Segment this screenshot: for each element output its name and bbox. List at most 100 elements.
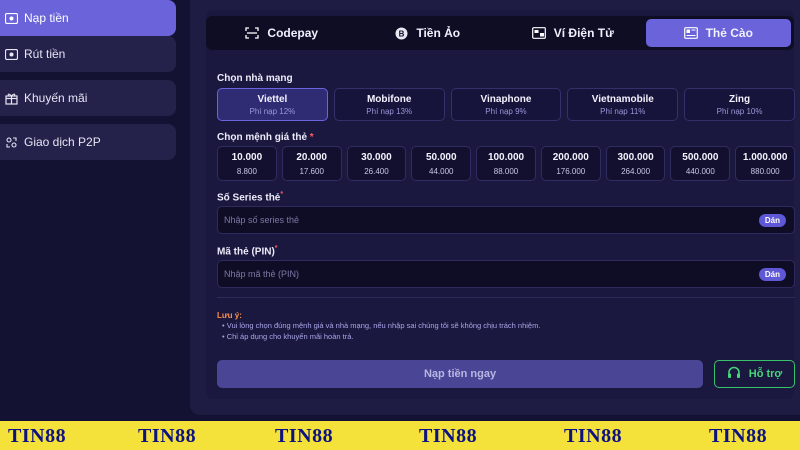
- watermark-text: TIN88: [419, 425, 478, 447]
- denomination-option[interactable]: 500.000 440.000: [670, 146, 731, 181]
- denomination-value: 1.000.000: [742, 151, 788, 163]
- tab-crypto[interactable]: B Tiền Ảo: [355, 19, 501, 47]
- denomination-value: 100.000: [487, 151, 525, 163]
- pin-input[interactable]: [224, 261, 744, 287]
- submit-button[interactable]: Nạp tiền ngay: [217, 360, 703, 388]
- withdraw-icon: [4, 47, 18, 61]
- tab-label: Codepay: [267, 26, 319, 40]
- note-item: • Chỉ áp dụng cho khuyến mãi hoàn trả.: [222, 332, 354, 341]
- bitcoin-icon: B: [394, 26, 408, 40]
- denomination-receive: 26.400: [364, 166, 389, 176]
- watermark-strip: TIN88 TIN88 TIN88 TIN88 TIN88 TIN88: [0, 421, 800, 450]
- sidebar-item-withdraw[interactable]: Rút tiền: [0, 36, 176, 72]
- denomination-receive: 440.000: [685, 166, 715, 176]
- watermark-text: TIN88: [8, 425, 67, 447]
- pin-paste-button[interactable]: Dán: [758, 268, 786, 281]
- required-mark: *: [274, 245, 278, 252]
- denomination-receive: 44.000: [429, 166, 454, 176]
- note-item: • Vui lòng chọn đúng mệnh giá và nhà mạn…: [222, 321, 541, 330]
- network-option-zing[interactable]: Zing Phí nạp 10%: [684, 88, 795, 121]
- watermark-text: TIN88: [709, 425, 768, 447]
- serial-field: Dán: [217, 206, 795, 234]
- denomination-receive: 264.000: [621, 166, 651, 176]
- denomination-receive: 880.000: [750, 166, 780, 176]
- p2p-icon: [4, 135, 18, 149]
- payment-tabs: Codepay B Tiền Ảo Ví Điện Tử Thẻ Cào: [206, 16, 794, 50]
- denomination-value: 200.000: [552, 151, 589, 163]
- network-name: Mobifone: [366, 93, 412, 105]
- denomination-receive: 88.000: [493, 166, 519, 176]
- tab-codepay[interactable]: Codepay: [209, 19, 355, 47]
- svg-text:B: B: [398, 29, 404, 38]
- network-fee: Phí nạp 9%: [485, 106, 527, 116]
- denomination-receive: 8.800: [236, 166, 257, 176]
- card-icon: [683, 26, 698, 40]
- network-name: Zing: [729, 93, 751, 105]
- network-option-mobifone[interactable]: Mobifone Phí nạp 13%: [333, 88, 445, 121]
- serial-paste-button[interactable]: Dán: [758, 214, 786, 227]
- required-mark: *: [280, 191, 284, 198]
- denomination-option[interactable]: 200.000 176.000: [540, 146, 601, 181]
- codepay-icon: [245, 26, 260, 40]
- network-fee: Phí nạp 11%: [600, 106, 646, 116]
- note-text: Chỉ áp dụng cho khuyến mãi hoàn trả.: [226, 332, 354, 341]
- note-text: Vui lòng chọn đúng mệnh giá và nhà mạng,…: [226, 321, 541, 330]
- headphones-icon: [727, 366, 741, 382]
- denomination-option[interactable]: 100.000 88.000: [476, 146, 536, 181]
- watermark-text: TIN88: [275, 425, 334, 447]
- network-option-vietnamobile[interactable]: Vietnamobile Phí nạp 11%: [567, 88, 679, 121]
- tab-label: Ví Điện Tử: [553, 26, 614, 40]
- denomination-option[interactable]: 10.000 8.800: [217, 146, 277, 181]
- denomination-option[interactable]: 300.000 264.000: [605, 146, 666, 181]
- required-mark: *: [309, 132, 314, 143]
- gift-icon: [4, 91, 18, 105]
- wallet-icon: [531, 26, 546, 40]
- pin-label: Mã thẻ (PIN)*: [217, 245, 278, 257]
- deposit-icon: [4, 11, 18, 25]
- sidebar-item-label: Rút tiền: [24, 47, 66, 61]
- denomination-receive: 17.600: [299, 166, 324, 176]
- sidebar-item-label: Giao dịch P2P: [24, 135, 101, 149]
- tab-label: Thẻ Cào: [705, 26, 753, 40]
- serial-label-text: Số Series thẻ: [217, 192, 281, 204]
- serial-input[interactable]: [224, 207, 744, 233]
- sidebar-item-promotions[interactable]: Khuyến mãi: [0, 80, 176, 116]
- denomination-value: 300.000: [617, 151, 654, 163]
- tab-ewallet[interactable]: Ví Điện Tử: [500, 19, 646, 47]
- support-button[interactable]: Hỗ trợ: [714, 360, 795, 388]
- tab-scratch-card[interactable]: Thẻ Cào: [645, 19, 791, 47]
- network-fee: Phí nạp 10%: [716, 106, 763, 116]
- denomination-value: 50.000: [425, 151, 457, 163]
- network-option-viettel[interactable]: Viettel Phí nạp 12%: [217, 88, 328, 121]
- denomination-option[interactable]: 50.000 44.000: [411, 146, 472, 181]
- denomination-label-text: Chọn mệnh giá thẻ: [217, 132, 307, 143]
- denomination-options: 10.000 8.800 20.000 17.600 30.000 26.400 50…: [217, 146, 796, 181]
- sidebar-item-p2p[interactable]: Giao dịch P2P: [0, 124, 176, 160]
- watermark-text: TIN88: [564, 425, 623, 447]
- denomination-value: 10.000: [231, 151, 263, 163]
- denomination-option[interactable]: 30.000 26.400: [346, 146, 407, 181]
- watermark-text: TIN88: [138, 425, 197, 447]
- tab-label: Tiền Ảo: [416, 26, 461, 40]
- pin-label-text: Mã thẻ (PIN): [217, 246, 275, 258]
- note-title: Lưu ý:: [217, 311, 242, 320]
- denomination-receive: 176.000: [556, 166, 586, 176]
- pin-field: Dán: [217, 260, 795, 288]
- denomination-label: Chọn mệnh giá thẻ *: [217, 132, 314, 143]
- denomination-option[interactable]: 20.000 17.600: [281, 146, 342, 181]
- sidebar-item-label: Khuyến mãi: [24, 91, 88, 105]
- sidebar: Nạp tiền Rút tiền Khuyến mãi Giao dịch P…: [0, 0, 176, 420]
- network-fee: Phí nạp 12%: [249, 106, 296, 116]
- network-name: Vinaphone: [480, 93, 532, 105]
- denomination-value: 500.000: [682, 151, 719, 163]
- denomination-value: 30.000: [361, 151, 392, 163]
- network-options: Viettel Phí nạp 12% Mobifone Phí nạp 13%…: [217, 88, 795, 121]
- network-name: Viettel: [257, 93, 288, 105]
- support-label: Hỗ trợ: [748, 368, 783, 380]
- denomination-option[interactable]: 1.000.000 880.000: [735, 146, 796, 181]
- sidebar-item-label: Nạp tiền: [24, 11, 69, 25]
- denomination-value: 20.000: [296, 151, 327, 163]
- network-option-vinaphone[interactable]: Vinaphone Phí nạp 9%: [450, 88, 562, 121]
- network-fee: Phí nạp 13%: [366, 106, 413, 116]
- sidebar-item-deposit[interactable]: Nạp tiền: [0, 0, 176, 36]
